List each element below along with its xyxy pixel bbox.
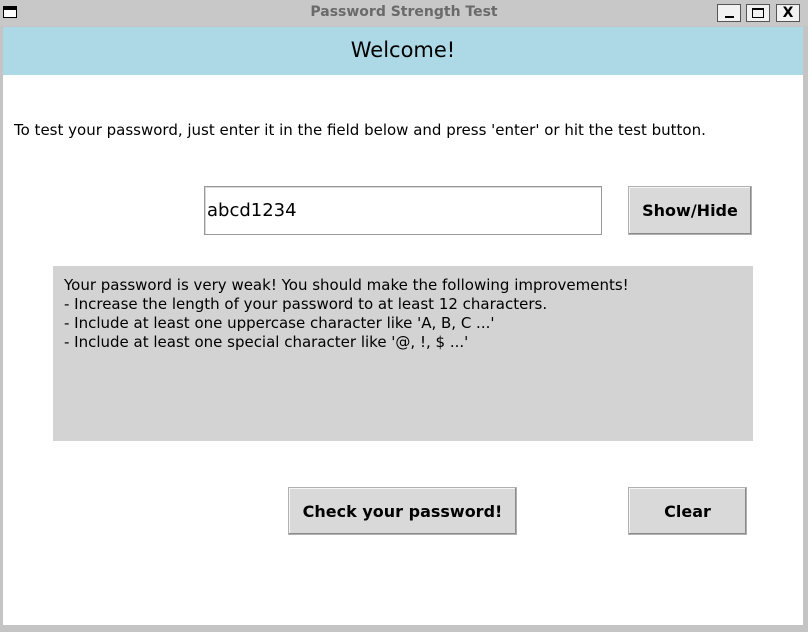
maximize-button[interactable] bbox=[746, 4, 770, 22]
close-button[interactable]: X bbox=[776, 4, 800, 22]
minimize-icon bbox=[725, 16, 734, 18]
result-line: - Include at least one uppercase charact… bbox=[64, 314, 495, 332]
app-window: Password Strength Test X Welcome! To tes… bbox=[0, 0, 808, 632]
check-password-button[interactable]: Check your password! bbox=[288, 487, 517, 535]
result-line: - Include at least one special character… bbox=[64, 333, 469, 351]
result-line: - Increase the length of your password t… bbox=[64, 295, 548, 313]
instructions-text: To test your password, just enter it in … bbox=[14, 121, 706, 139]
clear-button[interactable]: Clear bbox=[628, 487, 747, 535]
result-message-box: Your password is very weak! You should m… bbox=[53, 266, 753, 441]
page-title: Welcome! bbox=[350, 38, 456, 62]
minimize-button[interactable] bbox=[717, 4, 741, 22]
show-hide-button[interactable]: Show/Hide bbox=[628, 186, 752, 235]
title-bar[interactable]: Password Strength Test X bbox=[0, 0, 808, 26]
password-input[interactable] bbox=[204, 186, 602, 235]
header-banner: Welcome! bbox=[3, 27, 803, 75]
window-title: Password Strength Test bbox=[310, 4, 498, 20]
result-line: Your password is very weak! You should m… bbox=[64, 276, 629, 294]
main-panel: Welcome! To test your password, just ent… bbox=[3, 27, 803, 625]
maximize-icon bbox=[752, 8, 764, 18]
